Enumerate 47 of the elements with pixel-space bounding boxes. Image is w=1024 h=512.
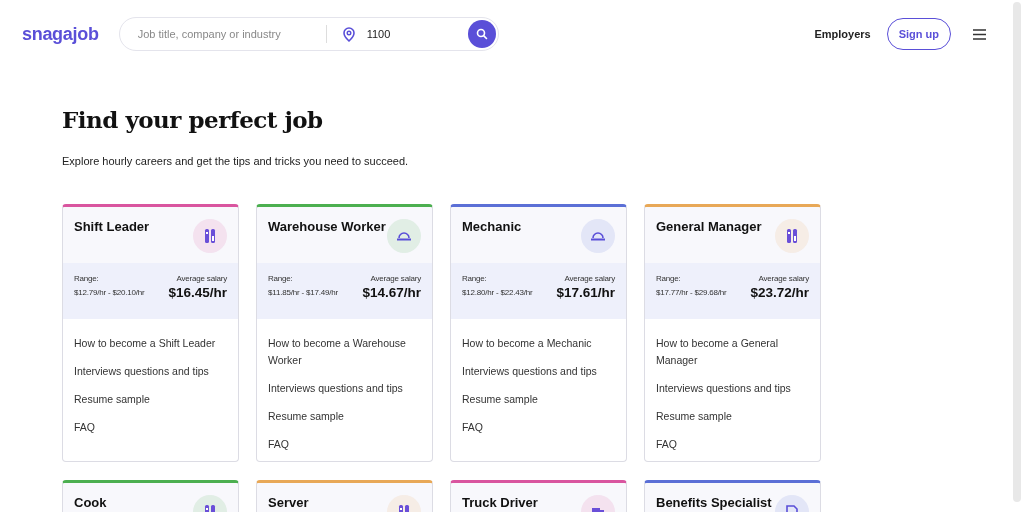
range-label: Range: <box>656 274 682 283</box>
career-guide-link[interactable]: How to become a General Manager <box>656 335 800 369</box>
salary-range: $17.77/hr - $29.68/hr <box>656 288 727 297</box>
career-guide-link[interactable]: Resume sample <box>268 408 412 425</box>
average-salary-label: Average salary <box>370 274 421 283</box>
career-guide-link[interactable]: FAQ <box>268 436 412 453</box>
career-guide-link[interactable]: FAQ <box>74 419 218 436</box>
job-title[interactable]: Cook <box>74 495 107 512</box>
job-title[interactable]: Server <box>268 495 309 512</box>
search-icon <box>475 28 488 40</box>
range-label: Range: <box>74 274 100 283</box>
hard-hat-icon <box>396 231 412 241</box>
range-label: Range: <box>268 274 294 283</box>
page-title: Find your perfect job <box>62 106 324 133</box>
menu-icon[interactable] <box>973 28 986 40</box>
career-guide-link[interactable]: Interviews questions and tips <box>656 380 800 397</box>
sign-up-button[interactable]: Sign up <box>886 18 951 50</box>
average-salary-label: Average salary <box>564 274 615 283</box>
tools-icon <box>204 228 216 244</box>
salary-range: $12.80/hr - $22.43/hr <box>462 288 533 297</box>
average-salary: $23.72/hr <box>750 285 809 300</box>
career-guide-link[interactable]: How to become a Warehouse Worker <box>268 335 412 369</box>
salary-range: $11.85/hr - $17.49/hr <box>268 288 338 297</box>
average-salary-label: Average salary <box>758 274 809 283</box>
location-pin-icon <box>342 26 355 42</box>
career-guide-link[interactable]: Interviews questions and tips <box>268 380 412 397</box>
snagajob-logo[interactable]: snagajob <box>22 23 99 45</box>
average-salary: $17.61/hr <box>556 285 615 300</box>
average-salary: $14.67/hr <box>362 285 421 300</box>
tools-icon <box>786 228 798 244</box>
career-guide-link[interactable]: Interviews questions and tips <box>74 363 218 380</box>
page-subtitle: Explore hourly careers and get the tips and tricks you need to succeed. <box>62 155 410 167</box>
career-guide-link[interactable]: Resume sample <box>74 391 218 408</box>
search-button[interactable] <box>467 20 496 48</box>
hard-hat-icon <box>590 231 606 241</box>
average-salary: $16.45/hr <box>168 285 227 300</box>
career-guide-link[interactable]: Resume sample <box>656 408 800 425</box>
career-guide-link[interactable]: How to become a Mechanic <box>462 335 606 352</box>
career-guide-link[interactable]: How to become a Shift Leader <box>74 335 218 352</box>
range-label: Range: <box>462 274 488 283</box>
average-salary-label: Average salary <box>176 274 227 283</box>
career-guide-link[interactable]: Interviews questions and tips <box>462 363 606 380</box>
career-guide-link[interactable]: FAQ <box>462 419 606 436</box>
salary-range: $12.79/hr - $20.10/hr <box>74 288 145 297</box>
employers-link[interactable]: Employers <box>814 28 871 40</box>
career-guide-link[interactable]: Resume sample <box>462 391 606 408</box>
career-guide-link[interactable]: FAQ <box>656 436 800 453</box>
